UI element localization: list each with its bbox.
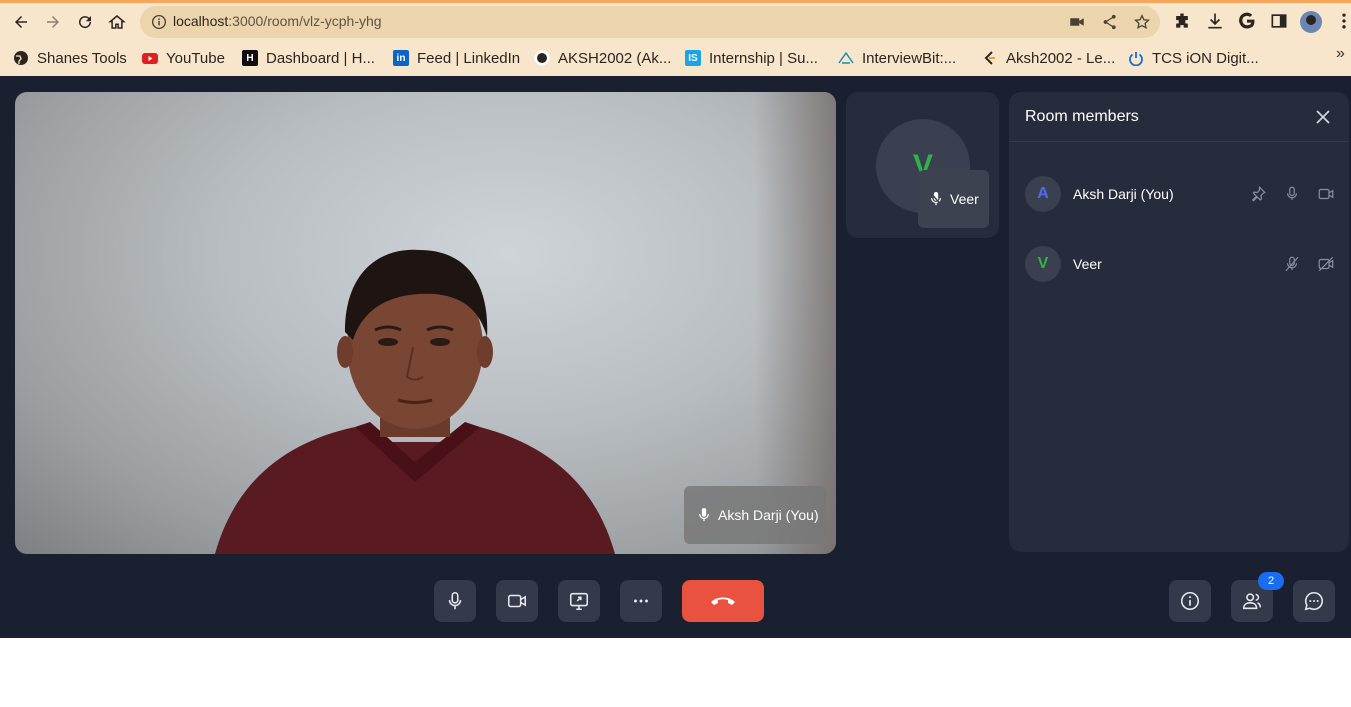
arrow-left-icon [15,16,27,28]
participants-count: 2 [1267,575,1275,587]
room-members-panel: Room members A Aksh Darji (You) V Veer [1009,92,1349,552]
side-panel-icon[interactable] [1269,11,1289,31]
chat-button[interactable] [1293,580,1335,622]
reload-icon [79,16,92,29]
meeting-info-button[interactable] [1169,580,1211,622]
bookmark-item[interactable]: YouTube [142,47,225,69]
phone-hangup-icon [711,597,735,605]
leetcode-icon [984,51,995,65]
bookmark-item[interactable]: IS Internship | Su... [685,47,818,69]
microphone-off-icon[interactable] [1283,255,1301,273]
member-name: Veer [1073,256,1102,272]
home-icon [108,15,126,29]
video-camera-icon[interactable] [1317,185,1335,203]
side-participant-name: Veer [950,191,979,207]
chat-icon [1304,591,1323,611]
member-row: V Veer [1025,246,1335,282]
participants-count-badge: 2 [1258,572,1284,590]
bookmark-label: Aksh2002 - Le... [1006,49,1116,67]
home-button[interactable] [103,8,131,36]
microphone-icon [448,591,462,610]
main-video-tile[interactable]: Aksh Darji (You) [15,92,836,554]
microphone-muted-icon [930,192,942,206]
bookmark-item[interactable]: H Dashboard | H... [242,47,375,69]
address-bar[interactable]: localhost:3000/room/vlz-ycph-yhg [140,6,1160,38]
forward-button[interactable] [39,8,67,36]
bookmark-label: Feed | LinkedIn [417,49,521,67]
toggle-microphone-button[interactable] [434,580,476,622]
close-icon[interactable] [1315,109,1331,125]
extensions-icon[interactable] [1172,11,1192,31]
bookmark-label: AKSH2002 (Ak... [558,49,672,67]
more-options-button[interactable] [620,580,662,622]
screen-share-icon [569,592,589,611]
toggle-camera-button[interactable] [496,580,538,622]
bookmark-label: YouTube [166,49,225,67]
bookmark-label: InterviewBit:... [862,49,957,67]
member-avatar: A [1025,176,1061,212]
kebab-menu-icon[interactable] [1334,11,1351,31]
side-participant-tile[interactable]: V Veer [846,92,999,238]
members-panel-header: Room members [1009,92,1349,142]
bookmark-label: Dashboard | H... [266,49,375,67]
share-screen-button[interactable] [558,580,600,622]
video-camera-icon [507,594,527,608]
tcs-icon [1129,52,1143,66]
url-text: localhost:3000/room/vlz-ycph-yhg [173,13,382,29]
share-icon[interactable] [1101,13,1119,31]
member-name: Aksh Darji (You) [1073,186,1174,202]
participant-video-image [215,249,615,554]
users-icon [1242,593,1262,610]
side-participant-name-tag: Veer [918,170,989,228]
bookmark-item[interactable]: Shanes Tools [13,47,127,69]
bookmark-item[interactable]: TCS iON Digit... [1128,47,1259,69]
download-icon[interactable] [1205,11,1225,31]
hackerrank-icon: H [242,50,258,66]
site-info-icon[interactable] [150,13,168,31]
video-off-icon[interactable] [1317,255,1335,273]
info-icon [1180,591,1200,611]
bookmark-label: Shanes Tools [37,49,127,67]
bookmark-item[interactable]: Aksh2002 - Le... [982,47,1115,69]
arrow-right-icon [47,16,59,28]
interviewbit-icon [838,51,854,64]
more-horizontal-icon [634,599,648,603]
globe-icon [14,51,28,65]
back-button[interactable] [7,8,35,36]
github-icon [534,50,550,66]
main-participant-name-tag: Aksh Darji (You) [684,486,826,544]
tab-strip-edge [0,0,1351,3]
bookmark-item[interactable]: in Feed | LinkedIn [393,47,520,69]
member-row: A Aksh Darji (You) [1025,176,1335,212]
main-participant-name: Aksh Darji (You) [718,507,819,523]
bookmarks-bar: Shanes Tools YouTube H Dashboard | H... … [0,44,1351,70]
reload-button[interactable] [71,8,99,36]
bookmark-star-icon[interactable] [1133,13,1151,31]
internshala-icon: IS [685,50,701,66]
pin-icon[interactable] [1249,185,1267,203]
avatar-initial: A [1037,185,1049,202]
end-call-button[interactable] [682,580,764,622]
profile-avatar[interactable] [1300,11,1322,33]
camera-indicator-icon[interactable] [1068,13,1086,31]
microphone-icon[interactable] [1283,185,1301,203]
bookmark-item[interactable]: AKSH2002 (Ak... [534,47,671,69]
meeting-room: Aksh Darji (You) V Veer Room members A A… [0,76,1351,638]
member-avatar: V [1025,246,1061,282]
avatar-initial: V [1037,255,1049,272]
microphone-icon [699,508,709,522]
google-icon[interactable] [1237,11,1257,31]
video-background-shadow [755,92,836,554]
linkedin-icon: in [393,50,409,66]
youtube-icon [142,53,158,64]
bookmark-item[interactable]: InterviewBit:... [838,47,956,69]
bookmark-label: TCS iON Digit... [1152,49,1259,67]
more-bookmarks-chevron[interactable]: » [1336,45,1345,63]
members-panel-title: Room members [1025,107,1139,125]
bookmark-label: Internship | Su... [709,49,818,67]
browser-toolbar: localhost:3000/room/vlz-ycph-yhg Shanes … [0,0,1351,76]
